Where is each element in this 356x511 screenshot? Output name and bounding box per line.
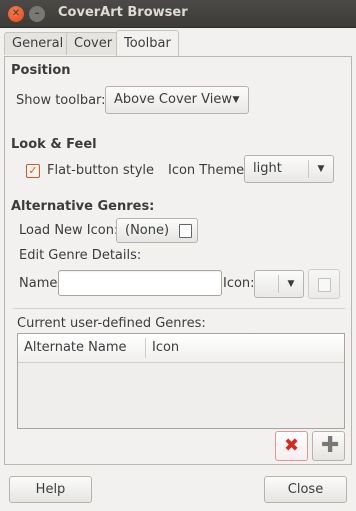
flat-button-checkbox[interactable]: ✓: [26, 164, 40, 178]
position-heading: Position: [11, 63, 71, 78]
show-toolbar-label: Show toolbar:: [16, 93, 106, 108]
show-toolbar-value: Above Cover View: [114, 92, 232, 107]
load-icon-button[interactable]: (None): [116, 218, 198, 243]
tab-toolbar[interactable]: Toolbar: [116, 30, 179, 57]
table-header: Alternate Name Icon: [18, 334, 344, 363]
load-icon-value: (None): [125, 223, 170, 238]
window: ✕ – CoverArt Browser General Cover Toolb…: [0, 0, 356, 511]
name-label: Name:: [19, 276, 62, 291]
delete-icon: ✖: [284, 435, 300, 456]
genre-name-input[interactable]: [58, 270, 222, 296]
icon-label: Icon:: [223, 276, 255, 291]
icon-theme-value: light: [253, 161, 282, 176]
load-icon-label: Load New Icon:: [19, 223, 119, 238]
title-bar: ✕ – CoverArt Browser: [0, 0, 356, 28]
dropdown-arrow-icon: ▼: [278, 275, 303, 293]
genre-icon-combo[interactable]: ▼: [254, 270, 304, 298]
dropdown-arrow-icon: ▼: [232, 95, 240, 105]
add-icon: ✚: [321, 433, 340, 458]
file-chooser-icon: [179, 224, 192, 238]
save-genre-icon: [318, 278, 331, 292]
current-genres-label: Current user-defined Genres:: [17, 316, 206, 331]
help-button[interactable]: Help: [9, 476, 92, 503]
icon-theme-combo[interactable]: light ▼: [244, 155, 334, 183]
flat-button-label: Flat-button style: [47, 163, 155, 178]
show-toolbar-combo[interactable]: Above Cover View ▼: [105, 86, 249, 114]
column-header-icon[interactable]: Icon: [152, 334, 179, 362]
dropdown-arrow-icon: ▼: [308, 160, 333, 178]
column-header-alternate-name[interactable]: Alternate Name: [24, 334, 127, 362]
alt-genres-heading: Alternative Genres:: [11, 199, 155, 214]
tab-general[interactable]: General: [4, 32, 72, 55]
look-feel-heading: Look & Feel: [11, 137, 97, 152]
column-divider: [145, 338, 146, 358]
minimize-window-icon[interactable]: –: [29, 6, 45, 22]
separator: [13, 308, 345, 309]
genres-table[interactable]: Alternate Name Icon: [17, 333, 345, 429]
add-genre-icon-button[interactable]: [308, 269, 340, 299]
close-window-icon[interactable]: ✕: [8, 6, 24, 22]
add-genre-button[interactable]: ✚: [312, 431, 345, 461]
edit-details-label: Edit Genre Details:: [19, 248, 142, 263]
window-title: CoverArt Browser: [58, 5, 188, 20]
close-button[interactable]: Close: [264, 476, 347, 503]
icon-theme-label: Icon Theme:: [168, 163, 249, 178]
tab-cover[interactable]: Cover: [66, 32, 121, 55]
delete-genre-button[interactable]: ✖: [275, 431, 308, 461]
toolbar-panel: Position Show toolbar: Above Cover View …: [4, 56, 352, 465]
